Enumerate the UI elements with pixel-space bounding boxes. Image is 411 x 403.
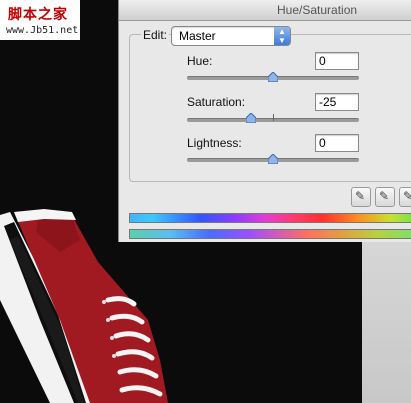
saturation-field[interactable]: -25 bbox=[315, 93, 359, 111]
edit-label: Edit: bbox=[141, 28, 170, 42]
hue-field[interactable]: 0 bbox=[315, 52, 359, 70]
lightness-label: Lightness: bbox=[187, 136, 242, 150]
photo-canvas: 脚本之家 www.Jb51.net Hue/Saturation Edit: M… bbox=[0, 0, 411, 403]
eyedropper-icon: ✎ bbox=[355, 189, 366, 203]
input-color-ramp bbox=[129, 213, 411, 223]
eyedropper-plus-button[interactable]: ✎ bbox=[375, 187, 395, 207]
hue-saturation-dialog: Hue/Saturation Edit: Master ▲ ▼ Hue: 0 Sa… bbox=[118, 0, 411, 242]
saturation-center-tick bbox=[273, 114, 274, 121]
dialog-title: Hue/Saturation bbox=[277, 3, 358, 17]
hue-slider-thumb[interactable] bbox=[268, 72, 278, 82]
saturation-label: Saturation: bbox=[187, 95, 246, 109]
lightness-value: 0 bbox=[319, 136, 326, 150]
eyedropper-minus-button[interactable]: ✎ bbox=[399, 187, 411, 207]
hue-label: Hue: bbox=[187, 54, 213, 68]
eyedropper-button[interactable]: ✎ bbox=[351, 187, 371, 207]
lightness-field[interactable]: 0 bbox=[315, 134, 359, 152]
edit-select-value: Master bbox=[179, 29, 216, 43]
eyedropper-minus-icon: ✎ bbox=[403, 189, 411, 203]
dialog-titlebar[interactable]: Hue/Saturation bbox=[119, 0, 411, 21]
edit-select[interactable]: Master ▲ ▼ bbox=[171, 26, 291, 46]
eyedropper-plus-icon: ✎ bbox=[379, 189, 390, 203]
hue-value: 0 bbox=[319, 54, 326, 68]
select-arrows-icon: ▲ ▼ bbox=[274, 27, 290, 45]
saturation-slider-thumb[interactable] bbox=[246, 113, 256, 123]
saturation-value: -25 bbox=[319, 95, 337, 109]
lightness-slider-thumb[interactable] bbox=[268, 154, 278, 164]
output-color-ramp bbox=[129, 229, 411, 239]
